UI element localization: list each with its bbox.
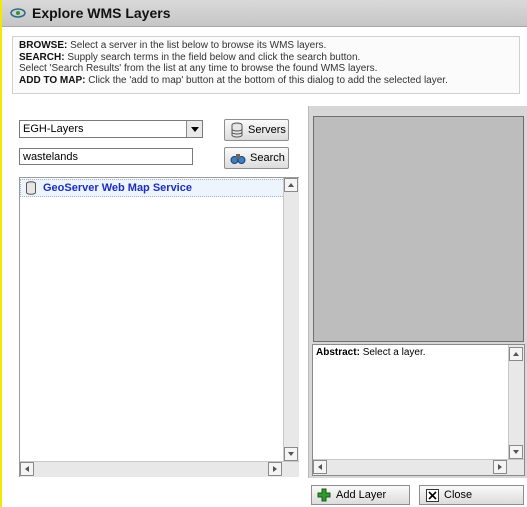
tree-vertical-scrollbar[interactable] [283,178,299,461]
add-layer-label: Add Layer [336,489,387,501]
scroll-down-icon[interactable] [509,445,523,459]
search-input[interactable] [19,148,193,165]
add-layer-button[interactable]: Add Layer [311,485,410,505]
close-icon [424,487,440,503]
scroll-up-icon[interactable] [509,347,523,361]
layer-preview [313,116,524,342]
tree-item-geoserver[interactable]: GeoServer Web Map Service [20,179,285,197]
servers-button-label: Servers [248,124,286,136]
chevron-down-icon[interactable] [186,121,202,137]
close-label: Close [444,489,473,501]
title-bar: Explore WMS Layers [2,0,527,27]
servers-button[interactable]: Servers [224,119,289,141]
database-icon [230,122,244,138]
add-instruction: ADD TO MAP: Click the 'add to map' butto… [19,74,448,86]
database-icon [25,181,37,195]
abstract-text: Abstract: Select a layer. [316,347,426,358]
close-button[interactable]: Close [419,485,524,505]
window-edge-strip [0,0,2,507]
search-button[interactable]: Search [224,147,289,169]
tree-item-label: GeoServer Web Map Service [43,182,192,194]
right-panel: Abstract: Select a layer. [308,106,527,478]
results-instruction: Select 'Search Results' from the list at… [19,63,378,74]
left-panel: EGH-Layers Servers Search GeoServer Web … [11,106,306,478]
browse-instruction: BROWSE: Select a server in the list belo… [19,40,327,51]
abstract-box[interactable]: Abstract: Select a layer. [312,344,525,476]
scroll-down-icon[interactable] [284,447,298,461]
server-select[interactable]: EGH-Layers [19,120,203,138]
scroll-left-icon[interactable] [313,460,327,474]
abstract-vertical-scrollbar[interactable] [508,345,524,459]
tree-horizontal-scrollbar[interactable] [20,461,299,477]
scroll-right-icon[interactable] [268,462,282,476]
search-instruction: SEARCH: Supply search terms in the field… [19,51,361,63]
server-select-value: EGH-Layers [23,123,84,135]
eye-icon [10,6,26,20]
search-button-label: Search [250,152,285,164]
layer-tree[interactable]: GeoServer Web Map Service [19,177,299,477]
scroll-right-icon[interactable] [493,460,507,474]
instructions-panel: BROWSE: Select a server in the list belo… [12,36,520,94]
scroll-up-icon[interactable] [284,178,298,192]
binoculars-icon [230,150,246,166]
abstract-horizontal-scrollbar[interactable] [313,459,524,475]
window-title: Explore WMS Layers [32,5,171,21]
scroll-left-icon[interactable] [20,462,34,476]
plus-icon [316,487,332,503]
